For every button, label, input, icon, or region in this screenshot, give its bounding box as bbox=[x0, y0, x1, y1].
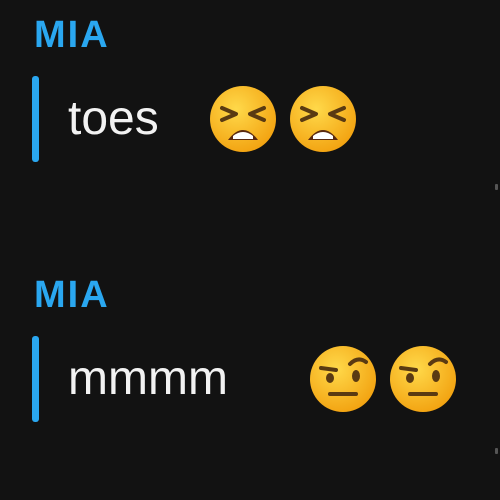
message-text: mmmm bbox=[68, 352, 228, 405]
face-with-raised-eyebrow-emoji bbox=[388, 344, 458, 414]
emoji-row bbox=[308, 344, 458, 414]
emoji-row bbox=[208, 84, 358, 154]
chat-screen: MIA toes MIA mmmm bbox=[0, 0, 500, 500]
sender-name: MIA bbox=[34, 14, 110, 56]
scroll-indicator bbox=[495, 184, 498, 190]
face-with-raised-eyebrow-emoji bbox=[308, 344, 378, 414]
tired-face-emoji bbox=[288, 84, 358, 154]
message-accent-bar bbox=[32, 76, 39, 162]
tired-face-emoji bbox=[208, 84, 278, 154]
message-bubble[interactable]: mmmm bbox=[32, 336, 472, 422]
message-text: toes bbox=[68, 92, 159, 145]
message-accent-bar bbox=[32, 336, 39, 422]
message-bubble[interactable]: toes bbox=[32, 76, 472, 162]
scroll-indicator bbox=[495, 448, 498, 454]
sender-name: MIA bbox=[34, 274, 110, 316]
